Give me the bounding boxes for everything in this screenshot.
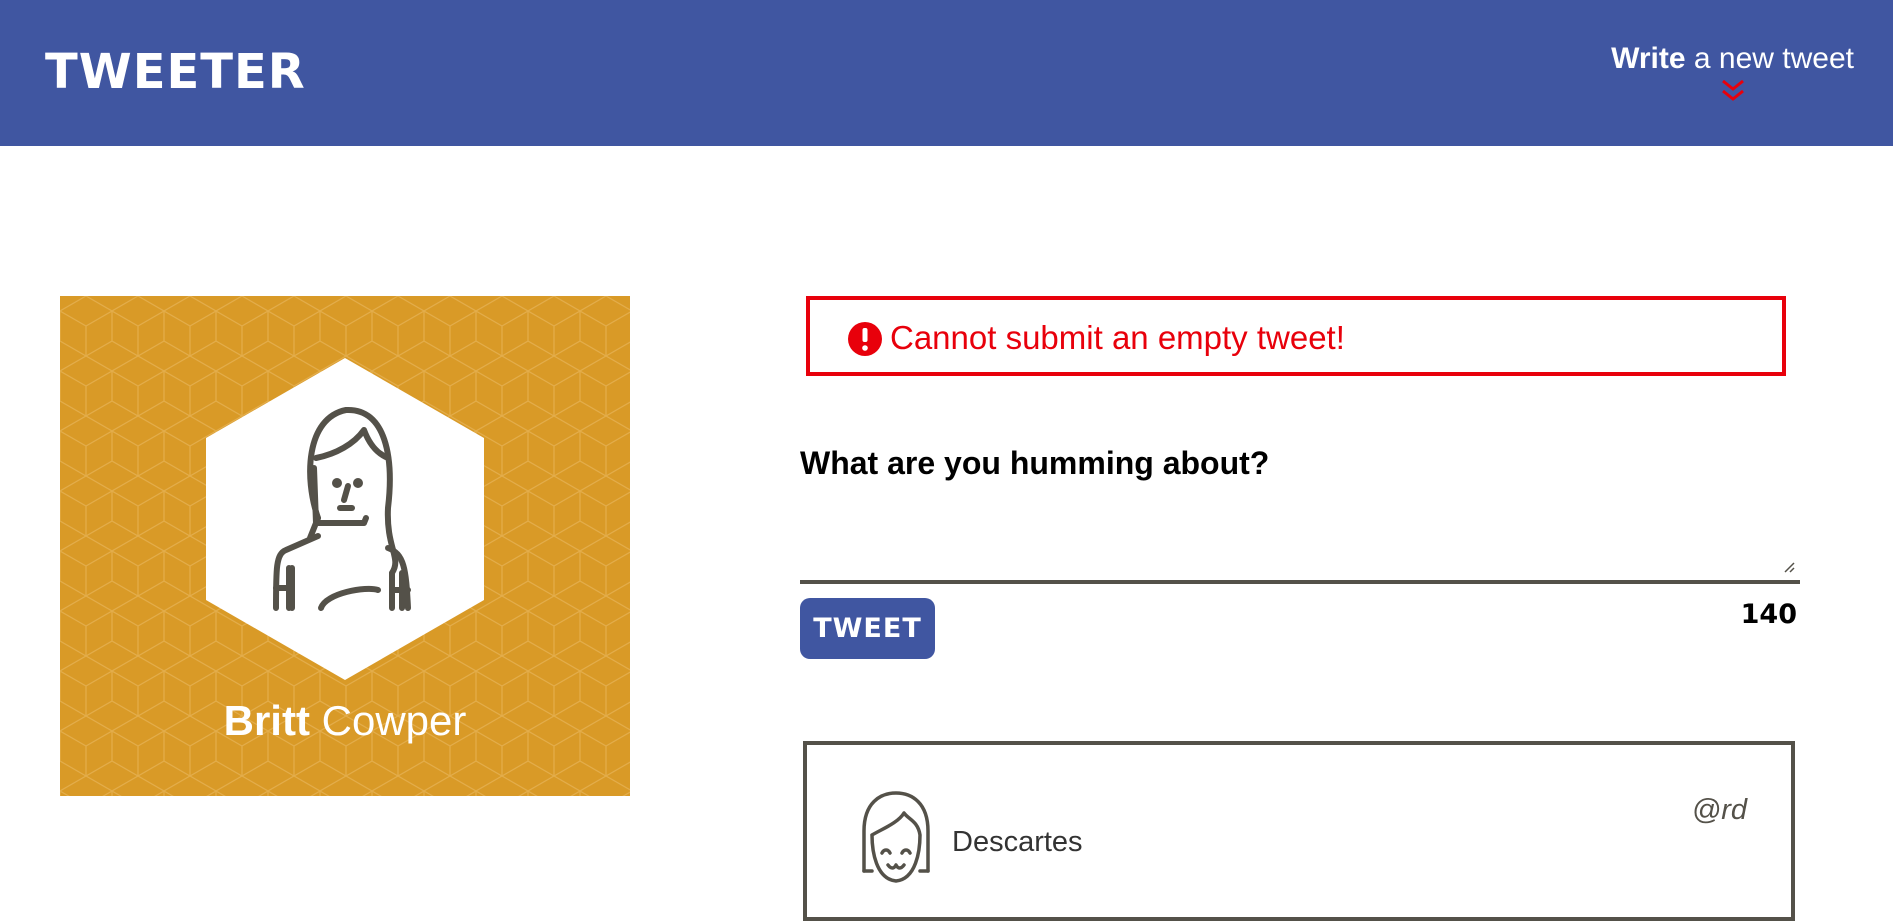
resize-grip-icon[interactable] [1783, 561, 1795, 573]
profile-first-name: Britt [223, 697, 310, 744]
error-message-text: Cannot submit an empty tweet! [890, 319, 1345, 356]
error-message-box: Cannot submit an empty tweet! [806, 296, 1786, 376]
tweet-textarea[interactable] [800, 500, 1800, 584]
app-logo[interactable]: TWEETER [45, 46, 306, 98]
compose-prompt-label: What are you humming about? [800, 445, 1270, 481]
smiling-girl-avatar-icon [862, 791, 930, 883]
character-counter: 140 [1740, 599, 1797, 630]
profile-name: Britt Cowper [60, 696, 630, 746]
woman-avatar-icon [206, 358, 484, 680]
tweet-author-handle: @rd [1691, 794, 1747, 826]
top-navbar: TWEETER Write a new tweet [0, 0, 1893, 146]
tweet-submit-button[interactable]: TWEET [800, 598, 935, 659]
tweet-author-name: Descartes [952, 826, 1083, 858]
write-label-rest: a new tweet [1685, 42, 1854, 75]
profile-card: Britt Cowper [60, 296, 630, 796]
write-new-tweet-toggle[interactable]: Write a new tweet [1611, 40, 1854, 104]
profile-last-name: Cowper [321, 697, 467, 744]
write-label-bold: Write [1611, 42, 1686, 75]
exclamation-circle-icon [848, 322, 882, 356]
tweet-card: Descartes @rd [803, 741, 1795, 921]
double-chevron-down-icon[interactable] [1720, 78, 1746, 104]
write-new-tweet-label[interactable]: Write a new tweet [1611, 40, 1854, 78]
